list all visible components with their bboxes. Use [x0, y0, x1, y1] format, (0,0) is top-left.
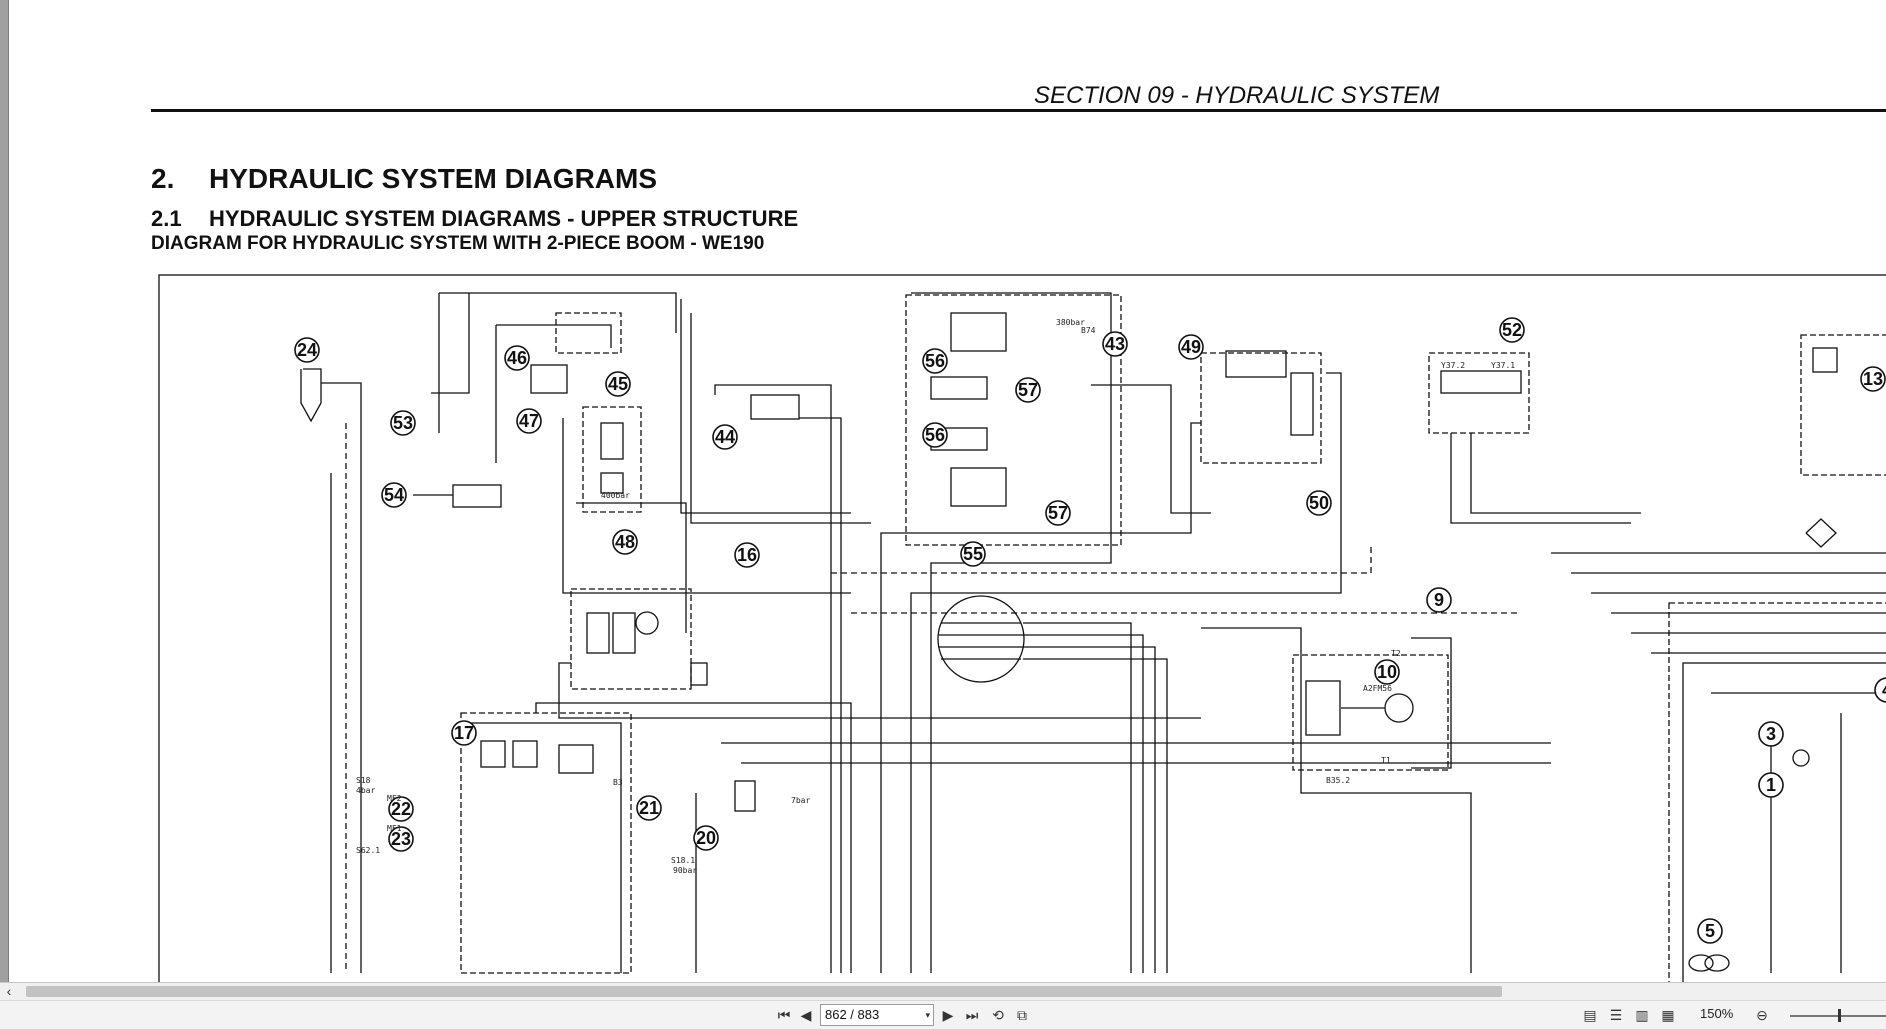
callout-number-13: 13 [1863, 369, 1883, 389]
heading-text: HYDRAULIC SYSTEM DIAGRAMS [209, 163, 658, 194]
label-b74: B74 [1081, 326, 1096, 335]
zoom-slider-knob[interactable] [1838, 1009, 1841, 1022]
label-mf2: MF2 [387, 794, 402, 803]
label-s18: S18 [356, 776, 371, 785]
label-bar400: 400bar [601, 491, 630, 500]
two-page-continuous-icon[interactable]: ▦ [1658, 1005, 1678, 1025]
callout-number-20: 20 [696, 828, 716, 848]
label-y37-1: Y37.1 [1491, 361, 1515, 370]
label-bar380: 380bar [1056, 318, 1085, 327]
callout-number-44: 44 [715, 427, 735, 447]
label-s18-1: S18.1 [671, 856, 695, 865]
last-page-icon[interactable]: ⏭ [962, 1005, 982, 1025]
heading-number: 2. [151, 163, 175, 194]
callout-number-46: 46 [507, 348, 527, 368]
label-a2fm56: A2FM56 [1363, 684, 1392, 693]
callout-number-21: 21 [639, 798, 659, 818]
callout-number-10: 10 [1377, 662, 1397, 682]
callout-number-50: 50 [1309, 493, 1329, 513]
label-s62-1: S62.1 [356, 846, 380, 855]
page-number-field[interactable]: 862 / 883 ▾ [820, 1004, 934, 1026]
callout-number-43: 43 [1105, 334, 1125, 354]
next-page-icon[interactable]: ▶ [938, 1005, 958, 1025]
callout-number-54: 54 [384, 485, 404, 505]
header-rule [151, 109, 1886, 112]
hydraulic-diagram: 24 53 54 46 45 47 48 44 56 57 43 56 57 49 50 52 13 16 55 9 1… [151, 273, 1886, 982]
callout-number-49: 49 [1181, 337, 1201, 357]
label-b35-2: B35.2 [1326, 776, 1350, 785]
callout-number-57: 57 [1018, 380, 1038, 400]
callout-number-9: 9 [1434, 590, 1444, 610]
viewer-toolbar: ⏮ ◀ 862 / 883 ▾ ▶ ⏭ ⟲ ⧉ ▤ ☰ ▥ ▦ 150% ⊖ [0, 1000, 1886, 1029]
callout-number-16: 16 [737, 545, 757, 565]
label-t1: T1 [1381, 756, 1391, 765]
hydraulic-schematic: 245354464547484456574356574950521316 5591… [158, 274, 1886, 982]
scroll-left-icon[interactable]: ‹ [2, 984, 16, 999]
label-bar7: 7bar [791, 796, 810, 805]
single-page-view-icon[interactable]: ▤ [1580, 1005, 1600, 1025]
callout-number-45: 45 [608, 374, 628, 394]
zoom-level[interactable]: 150% [1700, 1006, 1733, 1021]
rotate-icon[interactable]: ⟲ [988, 1005, 1008, 1025]
zoom-out-icon[interactable]: ⊖ [1752, 1005, 1772, 1025]
callout-number-56: 56 [925, 351, 945, 371]
subheading-text: HYDRAULIC SYSTEM DIAGRAMS - UPPER STRUCT… [209, 206, 799, 231]
pdf-viewer: SECTION 09 - HYDRAULIC SYSTEM 2. HYDRAULI… [0, 0, 1886, 1029]
callout-number-24: 24 [297, 340, 317, 360]
continuous-view-icon[interactable]: ☰ [1606, 1005, 1626, 1025]
label-bar90: 90bar [673, 866, 697, 875]
first-page-icon[interactable]: ⏮ [774, 1005, 794, 1025]
horizontal-scrollbar[interactable]: ‹ [0, 982, 1886, 1000]
label-y37-2: Y37.2 [1441, 361, 1465, 370]
label-t2: T2 [1391, 649, 1401, 658]
callout-number-48: 48 [615, 532, 635, 552]
callout-number-56: 56 [925, 425, 945, 445]
callout-number-57: 57 [1048, 503, 1068, 523]
page-indicator: 862 / 883 [825, 1007, 880, 1022]
two-page-view-icon[interactable]: ▥ [1632, 1005, 1652, 1025]
previous-page-icon[interactable]: ◀ [796, 1005, 816, 1025]
label-mf1: MF1 [387, 824, 402, 833]
label-b3: B3 [613, 778, 623, 787]
callout-number-3: 3 [1766, 724, 1776, 744]
callout-number-52: 52 [1502, 320, 1522, 340]
callout-number-5: 5 [1705, 921, 1715, 941]
fit-page-icon[interactable]: ⧉ [1012, 1005, 1032, 1025]
callout-number-47: 47 [519, 411, 539, 431]
heading: 2. HYDRAULIC SYSTEM DIAGRAMS [151, 163, 657, 195]
chevron-down-icon[interactable]: ▾ [925, 1005, 930, 1025]
scrollbar-thumb[interactable] [26, 986, 1502, 997]
label-bar4: 4bar [356, 786, 375, 795]
callout-number-17: 17 [454, 723, 474, 743]
callout-number-55: 55 [963, 544, 983, 564]
callout-number-4: 4 [1882, 680, 1886, 700]
diagram-title: DIAGRAM FOR HYDRAULIC SYSTEM WITH 2-PIEC… [151, 233, 765, 254]
callout-number-1: 1 [1766, 775, 1776, 795]
subheading: 2.1 HYDRAULIC SYSTEM DIAGRAMS - UPPER STR… [151, 206, 798, 232]
section-header: SECTION 09 - HYDRAULIC SYSTEM [1034, 82, 1440, 109]
document-page: SECTION 09 - HYDRAULIC SYSTEM 2. HYDRAULI… [8, 0, 1886, 982]
subheading-number: 2.1 [151, 206, 182, 231]
callout-number-53: 53 [393, 413, 413, 433]
